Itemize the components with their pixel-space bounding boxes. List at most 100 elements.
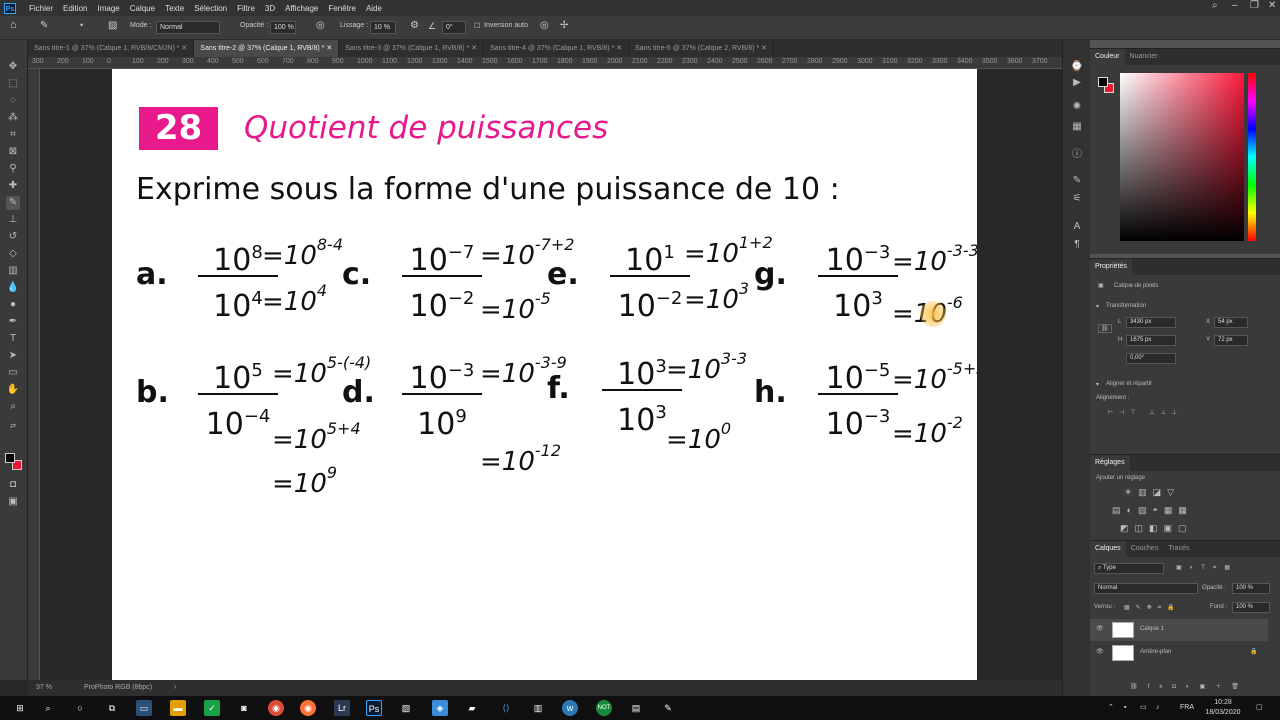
layer-filter-icons[interactable]: ▣◐T⌗▦ [1176, 564, 1238, 572]
close-icon[interactable]: ✕ [1268, 0, 1276, 11]
tab-couleur[interactable]: Couleur [1090, 49, 1125, 65]
paragraph-icon[interactable]: ¶ [1070, 238, 1084, 252]
app-icon[interactable]: ◈ [432, 700, 448, 716]
vscode-icon[interactable]: ⟨⟩ [498, 700, 514, 716]
pressure-opacity-icon[interactable]: ◎ [316, 20, 325, 31]
lightroom-icon[interactable]: Lr [334, 700, 350, 716]
menu-texte[interactable]: Texte [160, 4, 189, 13]
menu-aide[interactable]: Aide [361, 4, 387, 13]
gear-icon[interactable]: ⚙ [410, 20, 419, 31]
tab-document-1[interactable]: Sans titre-1 @ 37% (Calque 1, RVB/8/CMJN… [28, 40, 195, 57]
cortana-icon[interactable]: ○ [72, 700, 88, 716]
app-icon[interactable]: ▥ [530, 700, 546, 716]
minimize-icon[interactable]: – [1232, 0, 1238, 11]
move-tool-icon[interactable]: ✥ [6, 60, 20, 74]
default-colors-icon[interactable]: ⇄ [6, 420, 20, 434]
x-field[interactable]: 54 px [1214, 317, 1248, 328]
tool-presets-icon[interactable]: ✎ [1070, 174, 1084, 188]
app-icon[interactable]: ✓ [204, 700, 220, 716]
tab-traces[interactable]: Tracés [1163, 541, 1194, 557]
blur-tool-icon[interactable]: 💧 [6, 281, 20, 295]
tab-document-2[interactable]: Sans titre-2 @ 37% (Calque 1, RVB/8) * ✕ [194, 40, 340, 57]
tab-reglages[interactable]: Réglages [1090, 455, 1130, 471]
width-field[interactable]: 3430 px [1126, 317, 1176, 328]
search-icon[interactable]: ⌕ [40, 700, 56, 716]
tab-document-4[interactable]: Sans titre-4 @ 37% (Calque 1, RVB/8) * ✕ [484, 40, 630, 57]
tab-couches[interactable]: Couches [1126, 541, 1164, 557]
app-icon[interactable]: ✎ [660, 700, 676, 716]
layer-row-arriere-plan[interactable]: 👁 Arrière-plan 🔒 [1090, 642, 1268, 664]
brushes-icon[interactable]: ▦ [1070, 120, 1084, 134]
layer-opacity-field[interactable]: 100 % [1232, 583, 1270, 594]
tab-calques[interactable]: Calques [1090, 541, 1126, 557]
status-menu-icon[interactable]: › [174, 680, 176, 696]
restore-icon[interactable]: ❐ [1250, 0, 1259, 11]
adjustment-icons-row-1[interactable]: ☀▥◪▽ [1124, 487, 1180, 498]
dodge-tool-icon[interactable]: ● [6, 298, 20, 312]
foreground-color-swatch[interactable] [1098, 77, 1108, 87]
hand-tool-icon[interactable]: ✋ [6, 383, 20, 397]
menu-fichier[interactable]: Fichier [24, 4, 58, 13]
angle-field[interactable]: 0° [442, 21, 466, 34]
lasso-tool-icon[interactable]: ◌ [6, 94, 20, 108]
photoshop-icon[interactable]: Ps [366, 700, 382, 716]
windows-start-icon[interactable]: ⊞ [12, 700, 28, 716]
app-icon[interactable]: ▤ [628, 700, 644, 716]
transform-chevron-icon[interactable]: ▾ [1096, 303, 1099, 310]
brush-size-icon[interactable]: • [80, 20, 83, 30]
symmetry-icon[interactable]: ✢ [560, 20, 568, 31]
blend-mode-select[interactable]: Normal [1094, 583, 1198, 594]
history-icon[interactable]: ⌚ [1070, 60, 1084, 74]
height-field[interactable]: 1675 px [1126, 335, 1176, 346]
brush-panel-icon[interactable]: ▨ [108, 20, 117, 31]
rectangle-tool-icon[interactable]: ▭ [6, 366, 20, 380]
document-canvas[interactable]: 28 Quotient de puissances Exprime sous l… [112, 69, 977, 680]
menu-image[interactable]: Image [92, 4, 124, 13]
firefox-icon[interactable]: ◉ [300, 700, 316, 716]
chrome-icon[interactable]: ◉ [268, 700, 284, 716]
tray-app-icon[interactable]: ▪ [1124, 703, 1126, 713]
app-icon[interactable]: ▰ [464, 700, 480, 716]
lock-icons[interactable]: ▦✎✥⌗🔒 [1124, 604, 1181, 612]
layer-actions-row[interactable]: ⛓fx◘◐▣＋🗑 [1130, 681, 1249, 690]
app-icon[interactable]: ▧ [398, 700, 414, 716]
layer-filter-select[interactable]: ⌕ Type [1094, 563, 1164, 574]
healing-tool-icon[interactable]: ✚ [6, 179, 20, 193]
fill-field[interactable]: 100 % [1232, 602, 1270, 613]
foreground-color-swatch[interactable] [5, 453, 15, 463]
app-icon[interactable]: ◙ [236, 700, 252, 716]
quick-mask-icon[interactable]: ◘ [6, 478, 20, 492]
screen-mode-icon[interactable]: ▣ [6, 495, 20, 509]
pen-tool-icon[interactable]: ✒ [6, 315, 20, 329]
tray-chevron-icon[interactable]: ⌃ [1108, 703, 1114, 713]
menu-filtre[interactable]: Filtre [232, 4, 260, 13]
adjustment-icons-row-2[interactable]: ▤◐▨◓▦▦ [1112, 505, 1193, 516]
home-icon[interactable]: ⌂ [10, 19, 17, 31]
language-indicator[interactable]: FRA [1180, 703, 1194, 713]
y-field[interactable]: 72 px [1214, 335, 1248, 346]
crop-tool-icon[interactable]: ⌗ [6, 128, 20, 142]
search-icon[interactable]: ⌕ [1212, 0, 1218, 11]
tab-document-5[interactable]: Sans titre-5 @ 37% (Calque 2, RVB/8) * ✕ [629, 40, 774, 57]
volume-icon[interactable]: ♪ [1156, 703, 1160, 713]
adjust-icon[interactable]: ⚟ [1070, 192, 1084, 206]
angle-field[interactable]: 0,00° [1126, 353, 1176, 364]
brush-tool-icon[interactable]: ✎ [40, 20, 48, 31]
visibility-eye-icon[interactable]: 👁 [1096, 625, 1104, 632]
network-icon[interactable]: ▭ [1140, 703, 1147, 713]
notifications-icon[interactable]: ▢ [1256, 703, 1263, 713]
quick-select-tool-icon[interactable]: ⁂ [6, 111, 20, 125]
app-icon[interactable]: w [562, 700, 578, 716]
menu-edition[interactable]: Edition [58, 4, 92, 13]
frame-tool-icon[interactable]: ⊠ [6, 145, 20, 159]
pressure-size-icon[interactable]: ◎ [540, 20, 549, 31]
eyedropper-tool-icon[interactable]: ⚲ [6, 162, 20, 176]
tab-nuancier[interactable]: Nuancier [1125, 49, 1163, 65]
menu-affichage[interactable]: Affichage [280, 4, 323, 13]
tab-proprietes[interactable]: Propriétés [1090, 259, 1132, 275]
menu-3d[interactable]: 3D [260, 4, 280, 13]
photoshop-logo-icon[interactable]: Ps [4, 2, 16, 14]
layer-row-calque-1[interactable]: 👁 Calque 1 [1090, 619, 1268, 641]
auto-invert-checkbox[interactable]: ☐ [474, 22, 480, 30]
menu-calque[interactable]: Calque [125, 4, 160, 13]
